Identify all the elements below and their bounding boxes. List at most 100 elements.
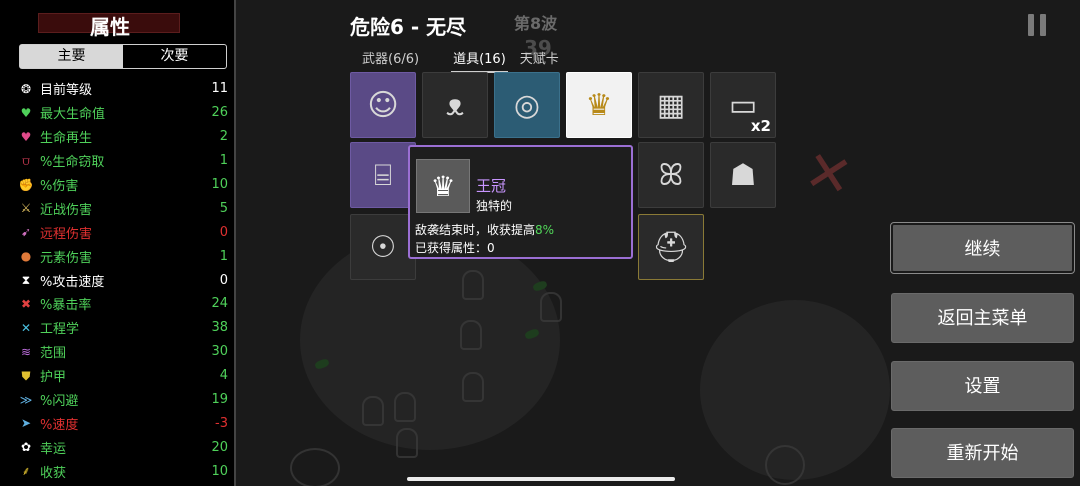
stat-label: 最大生命值 (40, 107, 106, 123)
item-description: 敌袭结束时，收获提高8% (415, 221, 554, 238)
stat-row[interactable]: ⩌ %生命窃取 1 (18, 149, 228, 173)
stats-panel: 属性 主要 次要 ❂ 目前等级 11 ♥ 最大生命值 26 ♥ 生命再生 2 ⩌ %生命窃取 1 ✊ %伤… (0, 0, 236, 486)
bow-icon: ➹ (20, 225, 32, 240)
item-description-text: 敌袭结束时，收获提高 (415, 223, 536, 237)
stat-label: 幸运 (40, 441, 67, 457)
settings-button[interactable]: 设置 (891, 361, 1074, 411)
inventory-slot[interactable]: ▦ (638, 72, 704, 138)
inventory-slot[interactable]: ꕤ (638, 142, 704, 208)
inventory-slot[interactable]: ⌸ (350, 142, 416, 208)
stat-label: %攻击速度 (40, 274, 105, 290)
regen-heart-icon: ♥ (20, 129, 32, 144)
stat-label: %速度 (40, 417, 79, 433)
stat-row[interactable]: ♥ 最大生命值 26 (18, 101, 228, 125)
run-title: 危险6 - 无尽 (350, 15, 467, 39)
enemy-ghost-icon (462, 372, 484, 402)
inventory-slot[interactable]: ⛑ (638, 214, 704, 280)
stat-value: 10 (211, 177, 228, 192)
fist-icon: ✊ (18, 177, 34, 192)
enemy-brute-icon (290, 448, 340, 486)
inventory-slot[interactable]: ☺ (350, 72, 416, 138)
pause-icon (1028, 14, 1034, 36)
inventory-slot[interactable]: ☉ (350, 214, 416, 280)
enemy-ghost-icon (396, 428, 418, 458)
tab-items[interactable]: 道具(16) (451, 48, 508, 73)
restart-button[interactable]: 重新开始 (891, 428, 1074, 478)
sword-icon: ⚔ (20, 201, 32, 216)
hourglass-icon: ⧗ (21, 273, 31, 288)
helmet-item-icon: ⛑ (651, 229, 691, 265)
stat-row[interactable]: ● 元素伤害 1 (18, 244, 228, 268)
stat-row[interactable]: ⸙ 收获 10 (18, 459, 228, 483)
stat-label: 近战伤害 (40, 202, 93, 218)
tooth-item-icon: ☗ (729, 157, 757, 193)
stat-row[interactable]: ≫ %闪避 19 (18, 388, 228, 412)
tab-talent-cards[interactable]: 天赋卡 (518, 48, 561, 73)
stat-row[interactable]: ♥ 生命再生 2 (18, 125, 228, 149)
item-name: 王冠 (476, 177, 507, 195)
stat-value: 20 (211, 439, 228, 455)
stat-row[interactable]: ≋ 范围 30 (18, 340, 228, 364)
stat-label: 生命再生 (40, 131, 93, 147)
stat-row[interactable]: ⛊ 护甲 4 (18, 364, 228, 388)
item-count: x2 (750, 117, 771, 135)
stat-value: 11 (211, 81, 228, 97)
range-icon: ≋ (20, 344, 32, 359)
main-menu-button[interactable]: 返回主菜单 (891, 293, 1074, 343)
stat-label: %闪避 (40, 394, 79, 410)
inventory-slot[interactable]: ☗ (710, 142, 776, 208)
pause-button[interactable] (1028, 14, 1048, 36)
enemy-ghost-icon (462, 270, 484, 300)
stat-value: 24 (211, 296, 228, 312)
plaid-shirt-item-icon: ▦ (656, 87, 686, 123)
bandage-item-icon: ⌸ (374, 157, 392, 193)
home-indicator[interactable] (407, 477, 675, 481)
crit-icon: ✖ (20, 296, 32, 311)
inventory-slot[interactable]: ♛ (566, 72, 632, 138)
stat-row[interactable]: ✿ 幸运 20 (18, 435, 228, 459)
stat-label: %伤害 (40, 179, 79, 194)
stat-row[interactable]: ⚔ 近战伤害 5 (18, 196, 228, 220)
stat-label: 远程伤害 (40, 226, 93, 242)
tab-weapons[interactable]: 武器(6/6) (360, 48, 421, 73)
stat-value: 2 (219, 129, 228, 145)
teeth-icon: ⩌ (22, 153, 30, 168)
stat-row[interactable]: ⧗ %攻击速度 0 (18, 268, 228, 292)
stat-value: 19 (211, 392, 228, 408)
boot-icon: ➤ (20, 416, 32, 431)
stat-value: 5 (219, 200, 228, 216)
enemy-brute-icon (765, 445, 805, 485)
inventory-slot[interactable]: ᴥ (422, 72, 488, 138)
wrench-icon: ✕ (20, 320, 32, 335)
crown-icon: ♛ (416, 159, 470, 213)
stat-label: 范围 (40, 346, 67, 362)
wave-label: 第8波 (514, 14, 558, 33)
stat-row[interactable]: ➹ 远程伤害 0 (18, 220, 228, 244)
item-tooltip: ♛ 王冠 独特的 敌袭结束时，收获提高8% 已获得属性：0 (408, 145, 633, 259)
item-rarity: 独特的 (476, 199, 513, 213)
flame-icon: ● (20, 249, 32, 264)
dodge-icon: ≫ (19, 392, 33, 407)
stat-row[interactable]: ❂ 目前等级 11 (18, 77, 228, 101)
stat-value: 0 (219, 272, 228, 288)
stat-label: 护甲 (40, 370, 67, 386)
stat-label: 元素伤害 (40, 250, 93, 266)
harvest-icon: ⸙ (21, 464, 31, 479)
stat-row[interactable]: ✕ 工程学 38 (18, 316, 228, 340)
stat-row[interactable]: ✖ %暴击率 24 (18, 292, 228, 316)
stat-label: %暴击率 (40, 298, 92, 314)
tab-secondary-stats[interactable]: 次要 (123, 45, 226, 68)
enemy-ghost-icon (394, 392, 416, 422)
continue-button[interactable]: 继续 (890, 222, 1075, 274)
pause-icon (1040, 14, 1046, 36)
mummy-item-icon: ☺ (367, 87, 399, 123)
inventory-slot[interactable]: ▭ x2 (710, 72, 776, 138)
inventory-slot[interactable]: ◎ (494, 72, 560, 138)
enemy-ghost-icon (362, 396, 384, 426)
tab-primary-stats[interactable]: 主要 (20, 45, 123, 68)
stat-row[interactable]: ✊ %伤害 10 (18, 173, 228, 197)
stat-value: 1 (219, 153, 228, 169)
heart-icon: ♥ (20, 105, 32, 120)
stat-row[interactable]: ➤ %速度 -3 (18, 411, 228, 435)
stat-value: 30 (211, 344, 228, 360)
